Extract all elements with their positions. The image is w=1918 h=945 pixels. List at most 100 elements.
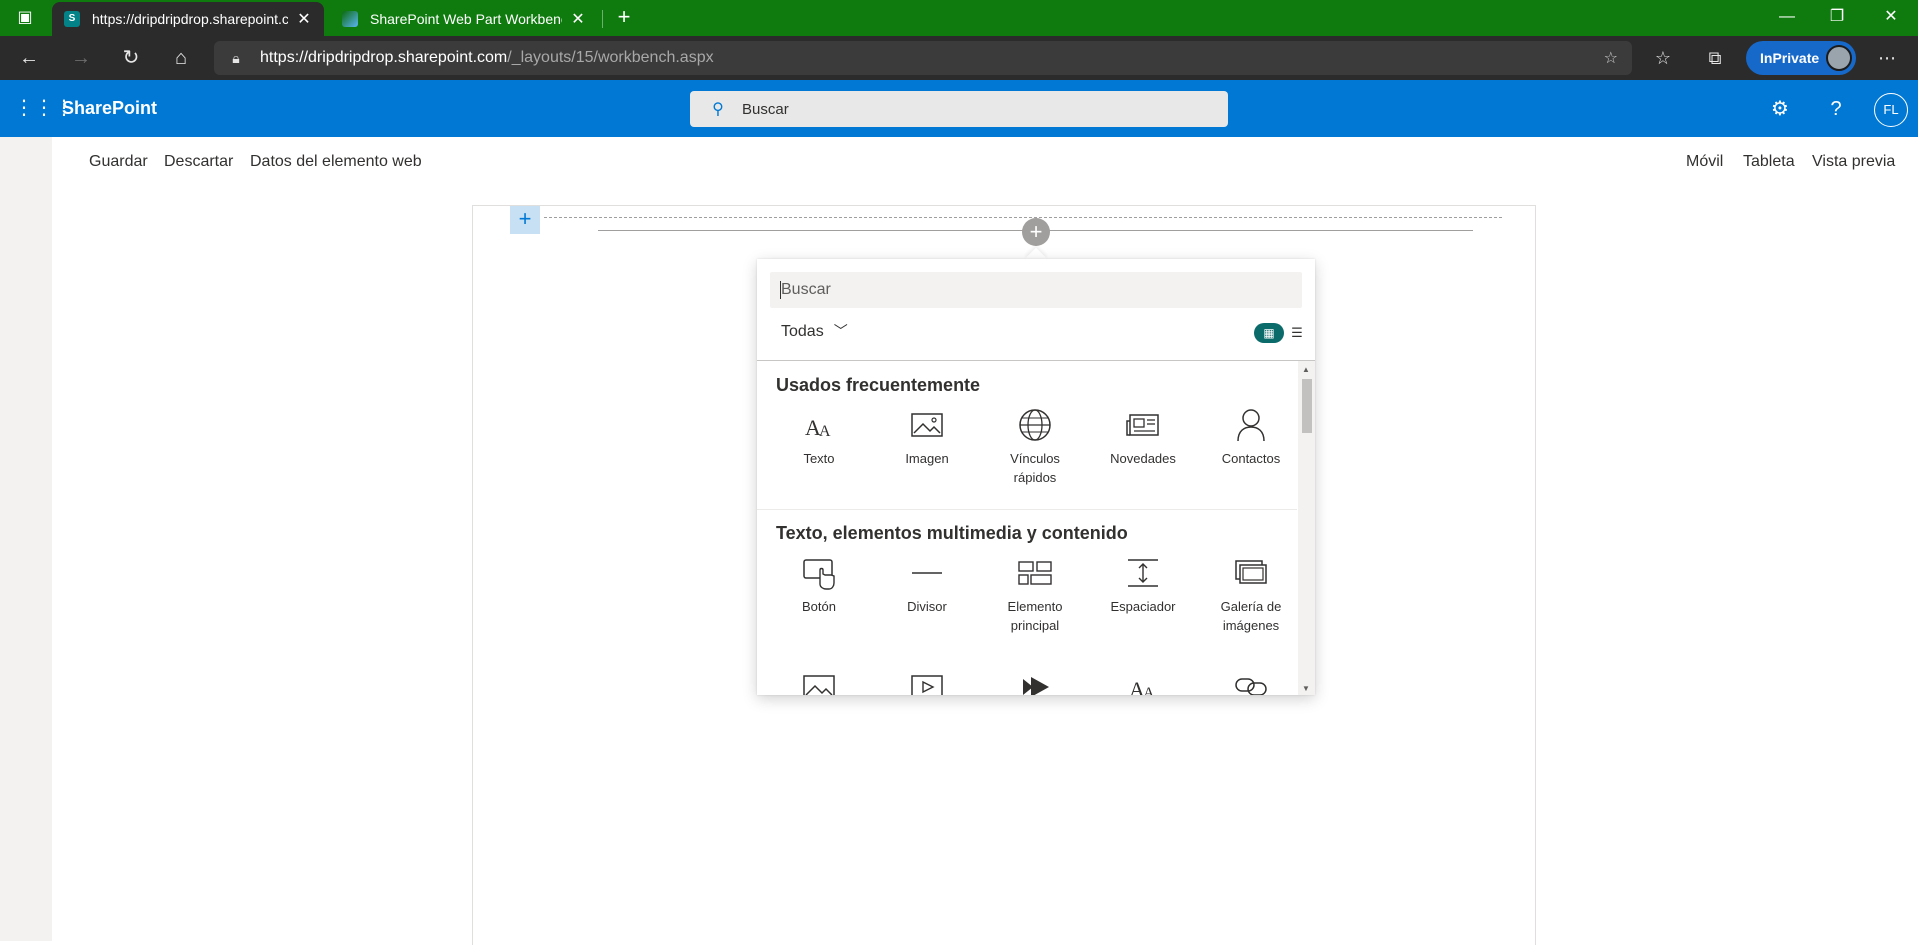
help-icon[interactable]: ? xyxy=(1822,95,1850,123)
webpart-data-button[interactable]: Datos del elemento web xyxy=(250,153,422,171)
category-title: Texto, elementos multimedia y contenido xyxy=(776,523,1128,543)
webpart-label: Galería de imágenes xyxy=(1220,599,1282,633)
search-placeholder: Buscar xyxy=(742,100,789,118)
list-view-icon[interactable]: ☰ xyxy=(1288,323,1306,343)
left-rail xyxy=(0,137,52,941)
close-icon[interactable]: ✕ xyxy=(570,9,586,29)
webpart-label: Elemento principal xyxy=(1007,599,1063,633)
search-icon: ⚲ xyxy=(712,101,724,118)
refresh-icon[interactable]: ↻ xyxy=(118,46,144,70)
category-divider xyxy=(757,509,1297,510)
image-icon xyxy=(775,667,863,695)
scroll-up-icon[interactable]: ▲ xyxy=(1302,365,1310,374)
new-tab-icon[interactable]: + xyxy=(612,6,636,30)
webpart-spacer[interactable]: Espaciador xyxy=(1099,553,1187,616)
discard-button[interactable]: Descartar xyxy=(164,153,233,171)
webpart-toolbox: Buscar Todas ﹀ ▦ ☰ Usados frecuentemente … xyxy=(757,259,1315,695)
app-launcher-icon[interactable]: ⋮⋮⋮ xyxy=(14,96,74,120)
save-button[interactable]: Guardar xyxy=(89,153,148,171)
restore-icon[interactable]: ❐ xyxy=(1820,6,1854,28)
search-box[interactable]: ⚲ Buscar xyxy=(690,91,1228,127)
url-text: https://dripdripdrop.sharepoint.com/_lay… xyxy=(260,49,714,67)
stream-icon xyxy=(991,667,1079,695)
webpart-label: Vínculos rápidos xyxy=(1010,451,1060,485)
globe-icon xyxy=(991,405,1079,445)
command-bar: Guardar Descartar Datos del elemento web… xyxy=(52,137,1918,189)
more-icon[interactable]: ⋯ xyxy=(1874,46,1900,70)
svg-text:A: A xyxy=(819,423,831,440)
webpart-partial[interactable] xyxy=(883,667,971,695)
brand-title[interactable]: SharePoint xyxy=(62,98,157,119)
toolbox-search-placeholder: Buscar xyxy=(781,281,831,298)
button-icon xyxy=(775,553,863,593)
webpart-partial[interactable] xyxy=(991,667,1079,695)
spacer-icon xyxy=(1099,553,1187,593)
preview-button[interactable]: Vista previa xyxy=(1812,153,1895,171)
webpart-text[interactable]: AA Texto xyxy=(775,405,863,468)
browser-tab-strip: ▣ S https://dripdripdrop.sharepoint.c ✕ … xyxy=(0,0,1918,36)
webpart-partial[interactable]: AA xyxy=(1099,667,1187,695)
webpart-label: Botón xyxy=(802,599,836,614)
webpart-contacts[interactable]: Contactos xyxy=(1207,405,1295,468)
forward-icon[interactable]: → xyxy=(68,46,94,70)
webpart-image-gallery[interactable]: Galería de imágenes xyxy=(1207,553,1295,635)
url-path: /_layouts/15/workbench.aspx xyxy=(507,49,714,66)
collections-icon[interactable]: ⧉ xyxy=(1702,46,1728,70)
section-border xyxy=(544,217,1502,218)
avatar[interactable]: FL xyxy=(1874,93,1908,127)
tab-title: SharePoint Web Part Workbench xyxy=(370,11,562,27)
webpart-partial[interactable] xyxy=(775,667,863,695)
webpart-label: Imagen xyxy=(905,451,949,466)
home-icon[interactable]: ⌂ xyxy=(168,46,194,70)
scroll-down-icon[interactable]: ▼ xyxy=(1302,684,1310,693)
url-host: https://dripdripdrop.sharepoint.com xyxy=(260,49,508,66)
add-webpart-icon[interactable]: + xyxy=(1022,218,1050,246)
favorites-icon[interactable]: ☆ xyxy=(1650,46,1676,70)
gear-icon[interactable]: ⚙ xyxy=(1766,95,1794,123)
text-icon: AA xyxy=(1099,667,1187,695)
window-close-icon[interactable]: ✕ xyxy=(1874,6,1908,28)
tab-separator xyxy=(602,10,603,28)
tab-sharepoint[interactable]: S https://dripdripdrop.sharepoint.c ✕ xyxy=(52,2,324,36)
minimize-icon[interactable]: — xyxy=(1770,6,1804,28)
webpart-button[interactable]: Botón xyxy=(775,553,863,616)
toolbox-search-input[interactable]: Buscar xyxy=(770,272,1302,308)
category-title: Usados frecuentemente xyxy=(776,375,981,395)
image-icon xyxy=(883,405,971,445)
news-icon xyxy=(1099,405,1187,445)
divider-icon xyxy=(883,553,971,593)
inprivate-button[interactable]: InPrivate xyxy=(1746,41,1856,75)
workbench-icon xyxy=(342,11,358,27)
add-favorite-icon[interactable]: ☆ xyxy=(1604,48,1618,68)
tab-actions-icon[interactable]: ▣ xyxy=(14,8,36,28)
grid-view-icon[interactable]: ▦ xyxy=(1254,323,1284,343)
tab-workbench[interactable]: SharePoint Web Part Workbench ✕ xyxy=(330,2,598,36)
profile-icon xyxy=(1826,45,1852,71)
toolbox-scrollbar[interactable]: ▲ ▼ xyxy=(1298,361,1315,695)
scroll-thumb[interactable] xyxy=(1302,379,1312,433)
webpart-quick-links[interactable]: Vínculos rápidos xyxy=(991,405,1079,487)
webpart-divider[interactable]: Divisor xyxy=(883,553,971,616)
hero-icon xyxy=(991,553,1079,593)
back-icon[interactable]: ← xyxy=(16,46,42,70)
text-icon: AA xyxy=(775,405,863,445)
webpart-label: Divisor xyxy=(907,599,947,614)
close-icon[interactable]: ✕ xyxy=(296,9,312,29)
contact-icon xyxy=(1207,405,1295,445)
address-bar[interactable]: 🔒︎ https://dripdripdrop.sharepoint.com/_… xyxy=(214,41,1632,75)
webpart-partial[interactable] xyxy=(1207,667,1295,695)
webpart-label: Contactos xyxy=(1221,451,1281,466)
webpart-label: Texto xyxy=(803,451,835,466)
tab-title: https://dripdripdrop.sharepoint.c xyxy=(92,11,288,27)
lock-icon[interactable]: 🔒︎ xyxy=(228,50,244,66)
webpart-news[interactable]: Novedades xyxy=(1099,405,1187,468)
svg-text:A: A xyxy=(1143,685,1155,695)
webpart-hero[interactable]: Elemento principal xyxy=(991,553,1079,635)
link-icon xyxy=(1207,667,1295,695)
mobile-button[interactable]: Móvil xyxy=(1686,153,1723,171)
webpart-image[interactable]: Imagen xyxy=(883,405,971,468)
sharepoint-icon: S xyxy=(64,11,80,27)
category-filter-dropdown[interactable]: Todas ﹀ xyxy=(781,321,848,341)
tablet-button[interactable]: Tableta xyxy=(1743,153,1795,171)
add-section-icon[interactable]: + xyxy=(510,206,540,234)
